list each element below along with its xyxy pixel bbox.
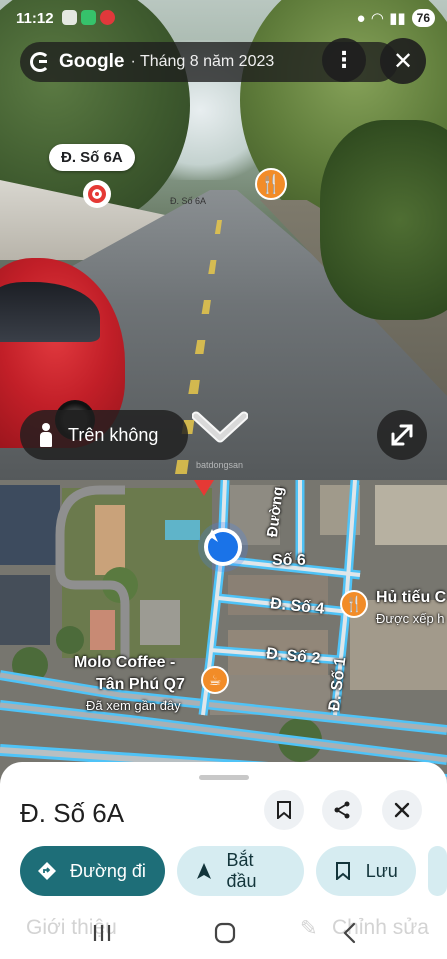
signal-icon: ▮▮ [389, 10, 406, 27]
person-icon [38, 423, 54, 447]
close-sheet-button[interactable] [382, 790, 422, 830]
status-indicators: ● ◠ ▮▮ 76 [357, 9, 435, 27]
share-button[interactable] [322, 790, 362, 830]
notification-icons [62, 10, 115, 25]
place-label-bubble[interactable]: Đ. Số 6A [49, 144, 135, 171]
drag-handle[interactable] [199, 775, 249, 780]
battery-level: 76 [411, 9, 435, 27]
directions-icon [36, 860, 58, 882]
more-options-button[interactable]: ⋮ [322, 38, 366, 82]
street-label-so6: Số 6 [272, 552, 306, 569]
bookmark-icon [277, 801, 291, 819]
expand-button[interactable] [377, 410, 427, 460]
wifi-icon: ◠ [371, 10, 384, 27]
close-button[interactable]: ✕ [380, 38, 426, 84]
app-notification-icon [100, 10, 115, 25]
close-icon [394, 802, 410, 818]
navigation-arrow-icon [206, 529, 238, 562]
chevron-down-icon[interactable] [192, 408, 248, 448]
home-icon[interactable] [210, 918, 240, 948]
place-subtitle-hu-tieu: Được xếp h [376, 611, 445, 626]
place-name-molo-2[interactable]: Tân Phú Q7 [96, 676, 185, 694]
system-navigation-bar [0, 910, 447, 959]
aerial-view-label: Trên không [68, 424, 159, 445]
action-chips: Đường đi Bắt đầu Lưu [20, 846, 447, 896]
street-sign-text: Đ. Số 6A [170, 196, 207, 206]
more-chips-button[interactable] [427, 846, 447, 896]
start-button[interactable]: Bắt đầu [177, 846, 304, 896]
place-name-molo[interactable]: Molo Coffee - [74, 654, 175, 672]
place-pin-icon[interactable] [83, 180, 111, 208]
aerial-view-button[interactable]: Trên không [20, 410, 188, 460]
restaurant-pin-icon[interactable]: 🍴 [340, 590, 368, 618]
my-location-button[interactable] [204, 528, 242, 566]
provider-name: Google [59, 51, 125, 72]
plants-right [320, 120, 447, 320]
save-label: Lưu [365, 860, 398, 881]
google-g-icon [30, 52, 50, 72]
capture-date: · Tháng 8 năm 2023 [130, 53, 275, 70]
place-subtitle-molo: Đã xem gần đây [86, 698, 181, 713]
recent-apps-icon[interactable] [87, 918, 117, 948]
start-label: Bắt đầu [226, 850, 257, 891]
navigation-icon [193, 860, 214, 882]
status-bar: 11:12 ● ◠ ▮▮ 76 [0, 0, 447, 38]
map-view[interactable]: Đường Số 6 Đ. Số 4 Đ. Số 2 Đ. Số 1 🍴 Hủ … [0, 480, 447, 800]
restaurant-pin-icon[interactable]: 🍴 [255, 168, 287, 200]
cafe-pin-icon[interactable]: ☕ [201, 666, 229, 694]
save-bookmark-button[interactable] [264, 790, 304, 830]
place-title: Đ. Số 6A [20, 798, 125, 828]
clock: 11:12 [16, 10, 54, 27]
place-name-hu-tieu[interactable]: Hủ tiếu C [376, 589, 446, 607]
bookmark-icon [332, 860, 354, 882]
back-icon[interactable] [335, 918, 365, 948]
location-icon: ● [356, 9, 366, 27]
watermark: batdongsan [196, 460, 244, 470]
expand-icon [391, 424, 413, 446]
directions-label: Đường đi [70, 860, 146, 881]
share-icon [334, 801, 350, 819]
gallery-icon [62, 10, 77, 25]
save-button[interactable]: Lưu [315, 846, 416, 896]
app-notification-icon [81, 10, 96, 25]
directions-button[interactable]: Đường đi [20, 846, 166, 896]
